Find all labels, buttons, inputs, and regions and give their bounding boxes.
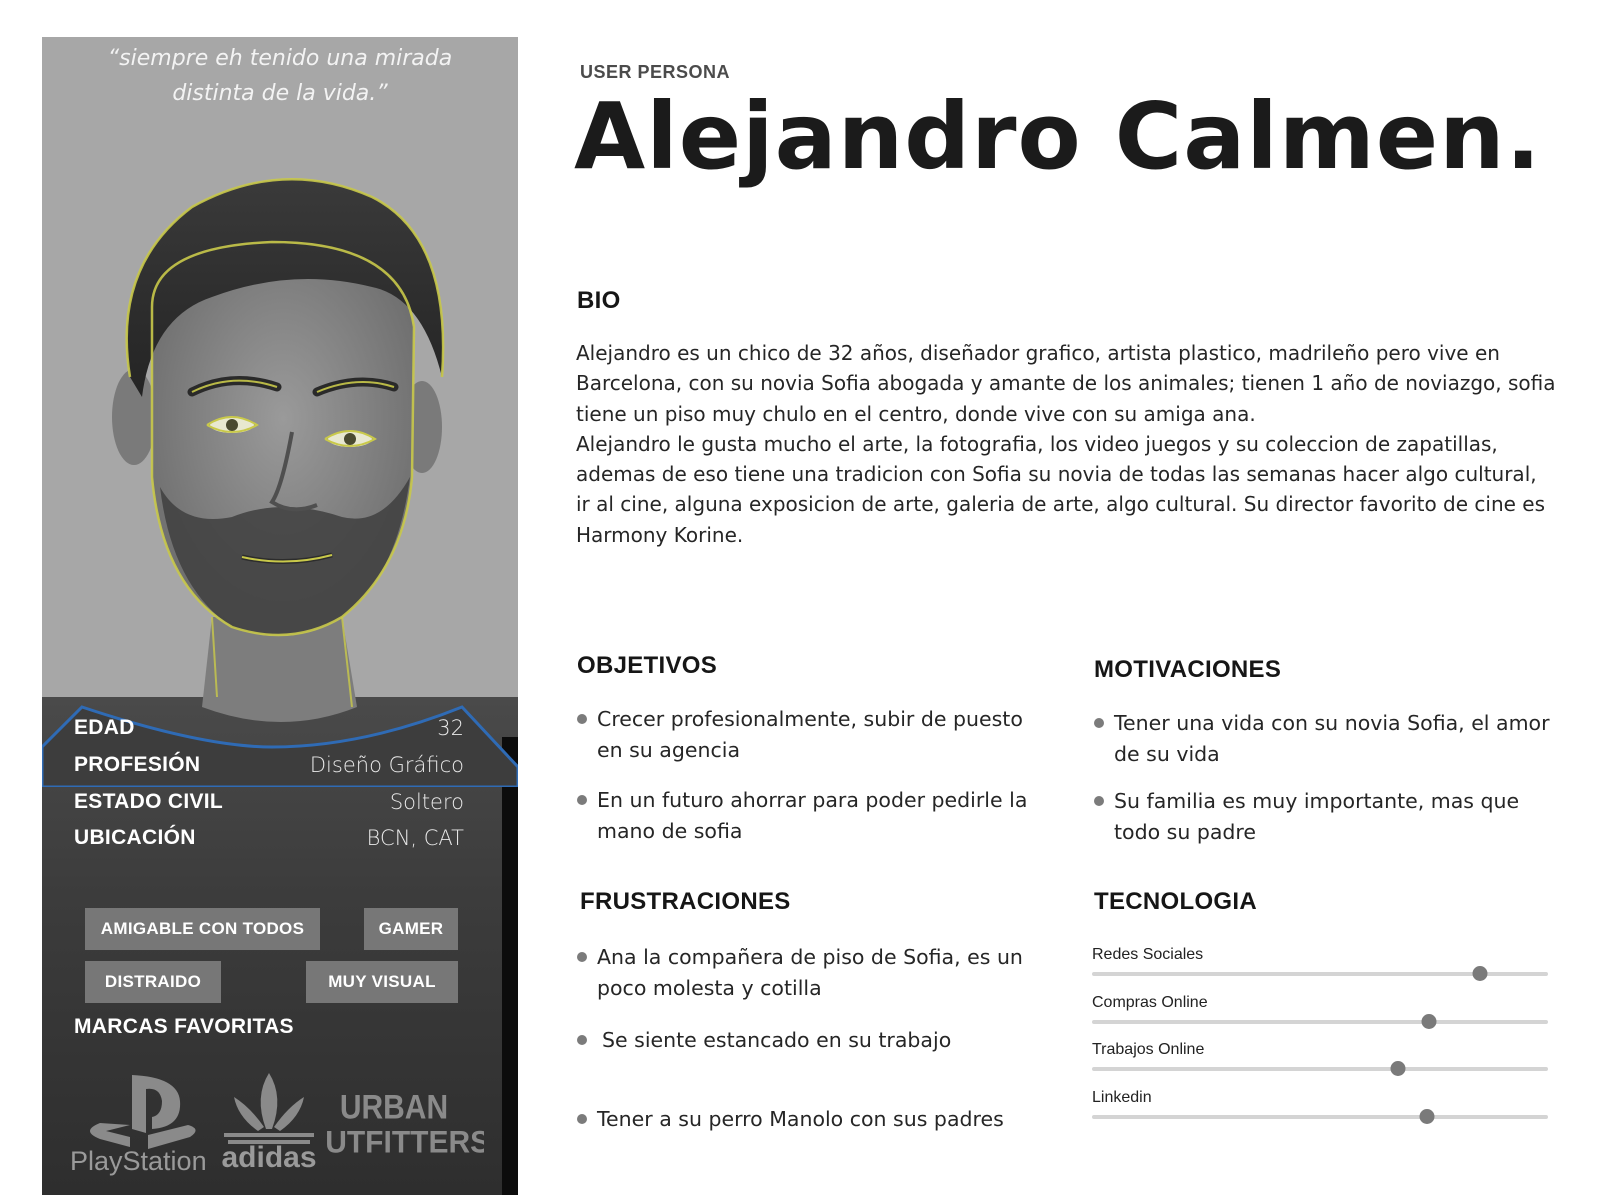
persona-portrait [42, 177, 518, 787]
card-edge-shadow [502, 737, 518, 1195]
info-row-profession: PROFESIÓN Diseño Gráfico [74, 750, 464, 780]
bio-paragraph: Alejandro le gusta mucho el arte, la fot… [576, 431, 1546, 547]
frustracion-item: Tener a su perro Manolo con sus padres [577, 1104, 1037, 1135]
tech-label: Compras Online [1092, 993, 1208, 1011]
persona-name: Alejandro Calmen. [574, 83, 1542, 190]
brand-text: PlayStation [70, 1146, 207, 1176]
persona-quote: “siempre eh tenido una mirada distinta d… [107, 46, 453, 106]
playstation-logo: PlayStation [70, 1075, 207, 1176]
tech-label: Linkedin [1092, 1088, 1152, 1106]
objetivo-item: En un futuro ahorrar para poder pedirle … [577, 785, 1037, 847]
trait-tag: GAMER [364, 908, 458, 950]
tech-label: Redes Sociales [1092, 946, 1204, 963]
bio-title: BIO [577, 287, 621, 314]
motivacion-item: Tener una vida con su novia Sofia, el am… [1094, 708, 1554, 770]
motivaciones-title: MOTIVACIONES [1094, 656, 1282, 683]
tech-slider-track [1092, 1061, 1548, 1076]
tech-slider-track [1092, 966, 1548, 981]
info-label: EDAD [74, 716, 135, 739]
info-row-location: UBICACIÓN BCN, CAT [74, 823, 464, 853]
tech-slider-knob [1419, 1108, 1435, 1124]
info-label: ESTADO CIVIL [74, 790, 224, 813]
persona-card: “siempre eh tenido una mirada distinta d… [42, 37, 518, 1195]
bio-text: Alejandro es un chico de 32 años, diseña… [576, 338, 1556, 550]
urban-outfitters-logo: URBAN OUTFITTERS [324, 1087, 484, 1160]
tecnologia-title: TECNOLOGIA [1094, 888, 1257, 915]
tech-slider-knob [1472, 966, 1488, 981]
tech-label: Trabajos Online [1092, 1041, 1205, 1058]
motivacion-item: Su familia es muy importante, mas que to… [1094, 786, 1554, 848]
brand-text: URBAN [340, 1087, 448, 1125]
objetivos-title: OBJETIVOS [577, 652, 718, 679]
brand-text: adidas [221, 1141, 316, 1174]
tech-slider-track [1092, 1108, 1548, 1124]
info-value: Diseño Gráfico [309, 753, 464, 777]
info-row-age: EDAD 32 [74, 713, 464, 743]
objetivo-item: Crecer profesionalmente, subir de puesto… [577, 704, 1037, 766]
trait-tag: MUY VISUAL [306, 961, 458, 1003]
trait-tag: DISTRAIDO [85, 961, 221, 1003]
favorite-brands-title: MARCAS FAVORITAS [74, 1015, 294, 1038]
info-value: BCN, CAT [366, 826, 464, 850]
bio-paragraph: Alejandro es un chico de 32 años, diseña… [576, 341, 1556, 426]
tech-slider-knob [1421, 1013, 1437, 1029]
frustracion-item: Se siente estancado en su trabajo [577, 1025, 1042, 1056]
info-row-civil-status: ESTADO CIVIL Soltero [74, 787, 464, 817]
tech-slider-knob [1390, 1061, 1406, 1076]
brand-text: OUTFITTERS [324, 1124, 484, 1160]
info-value: 32 [437, 716, 464, 740]
frustraciones-title: FRUSTRACIONES [580, 888, 791, 915]
info-label: UBICACIÓN [74, 826, 196, 849]
adidas-logo: adidas [221, 1073, 317, 1174]
document-eyebrow: USER PERSONA [580, 62, 731, 82]
info-value: Soltero [389, 790, 464, 814]
frustracion-item: Ana la compañera de piso de Sofia, es un… [577, 942, 1037, 1004]
trait-tag: AMIGABLE CON TODOS [85, 908, 320, 950]
info-label: PROFESIÓN [74, 753, 201, 776]
tech-slider-track [1092, 1013, 1548, 1029]
